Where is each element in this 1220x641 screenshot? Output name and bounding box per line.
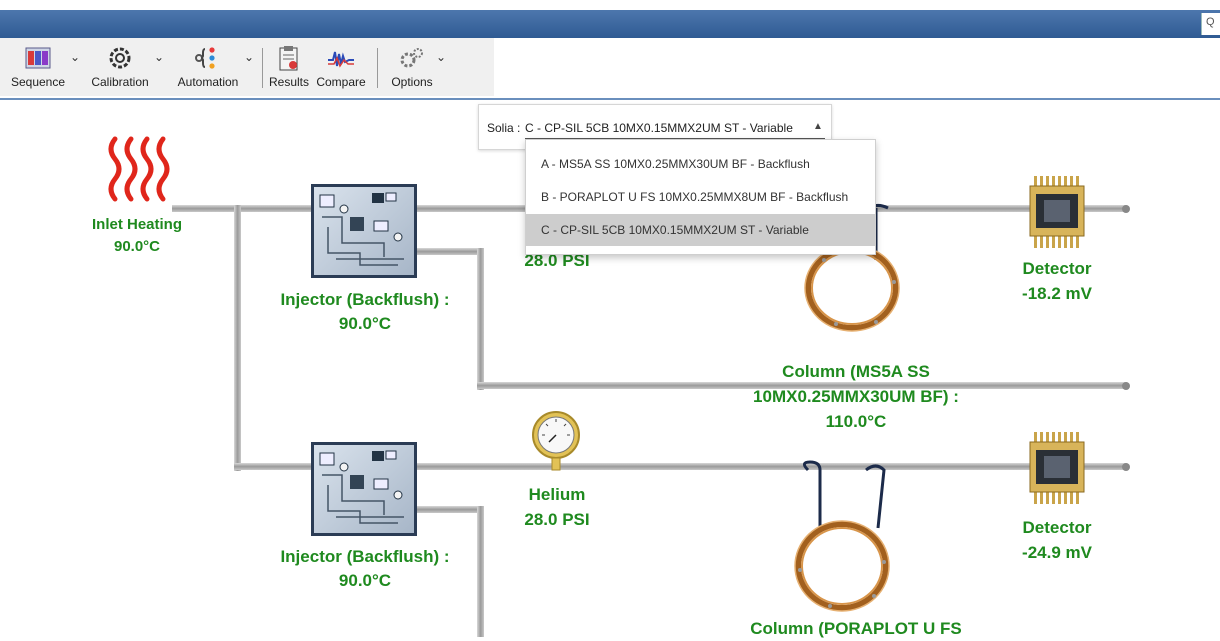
injector-1[interactable] — [311, 184, 417, 278]
detector-2-value: -24.9 mV — [1022, 543, 1092, 562]
injector-panel — [314, 445, 414, 533]
chevron-down-icon[interactable]: ⌄ — [154, 50, 164, 64]
toolbar-separator — [377, 48, 378, 88]
dropdown-option-b[interactable]: B - PORAPLOT U FS 10MX0.25MMX8UM BF - Ba… — [526, 181, 875, 213]
pressure-gauge-icon[interactable] — [530, 410, 582, 472]
detector-1-chip-icon[interactable] — [1028, 176, 1086, 248]
column-1-line2: 10MX0.25MMX30UM BF) : — [753, 387, 959, 406]
calibration-label: Calibration — [91, 75, 149, 89]
pipe-end — [1122, 382, 1130, 390]
pressure-2-value: 28.0 PSI — [524, 510, 590, 529]
toolbar: ⌄ Sequence ⌄ Calibration ⌄ Automation Re… — [0, 38, 1220, 100]
injector-1-value: 90.0°C — [338, 314, 392, 333]
gear-icon — [109, 47, 131, 69]
options-button[interactable]: ⌄ Options — [384, 40, 446, 94]
chevron-down-icon[interactable]: ⌄ — [436, 50, 446, 64]
toolbar-panel: ⌄ Sequence ⌄ Calibration ⌄ Automation Re… — [0, 38, 494, 96]
circuit-icon — [319, 192, 404, 266]
detector-1-value: -18.2 mV — [1022, 284, 1092, 303]
injector-panel — [314, 187, 414, 275]
pipe-backflush-1-vertical — [477, 248, 484, 390]
sequence-label: Sequence — [10, 75, 66, 89]
results-label: Results — [268, 75, 309, 89]
pipe-vertical-left — [234, 205, 241, 471]
waveform-icon — [328, 51, 354, 68]
caret-up-icon[interactable]: ▲ — [813, 121, 823, 132]
inlet-heating-value: 90.0°C — [113, 238, 161, 255]
channel-dropdown-list: A - MS5A SS 10MX0.25MMX30UM BF - Backflu… — [525, 139, 876, 255]
pipe-backflush-2 — [415, 506, 483, 513]
inlet-heating-label: Inlet Heating — [91, 216, 182, 233]
search-icon: Q — [1206, 16, 1215, 28]
clipboard-icon — [279, 46, 298, 71]
search-box[interactable]: Q — [1201, 13, 1220, 35]
column-1-line3: 110.0°C — [825, 412, 887, 431]
automation-icon — [195, 47, 215, 69]
injector-2-value: 90.0°C — [338, 571, 392, 590]
calibration-button[interactable]: ⌄ Calibration — [84, 40, 164, 94]
pipe-backflush-1 — [415, 248, 483, 255]
channel-selector-label: Solia : — [487, 121, 521, 135]
detector-2-chip-icon[interactable] — [1028, 432, 1086, 504]
dropdown-option-c[interactable]: C - CP-SIL 5CB 10MX0.15MMX2UM ST - Varia… — [526, 214, 875, 246]
column-2-coil-icon[interactable] — [786, 458, 902, 616]
dropdown-option-a[interactable]: A - MS5A SS 10MX0.25MMX30UM BF - Backflu… — [526, 148, 875, 180]
results-button[interactable]: Results — [266, 40, 312, 94]
detector-2-label: Detector — [1022, 518, 1092, 537]
toolbar-separator — [262, 48, 263, 88]
injector-1-label: Injector (Backflush) : — [280, 290, 450, 309]
injector-2-label: Injector (Backflush) : — [280, 547, 450, 566]
automation-label: Automation — [177, 75, 239, 89]
circuit-icon — [319, 450, 404, 524]
sequence-icon — [25, 47, 51, 69]
pipe-backflush-2-vertical — [477, 506, 484, 637]
pipe-end — [1122, 463, 1130, 471]
injector-2[interactable] — [311, 442, 417, 536]
pipe-end — [1122, 205, 1130, 213]
title-bar — [0, 10, 1220, 38]
compare-label: Compare — [316, 75, 366, 89]
column-2-line1: Column (PORAPLOT U FS — [750, 619, 962, 638]
sequence-button[interactable]: ⌄ Sequence — [4, 40, 80, 94]
column-1-line1: Column (MS5A SS — [782, 362, 930, 381]
gears-icon — [400, 48, 423, 68]
heating-icon — [108, 136, 170, 202]
detector-1-label: Detector — [1022, 259, 1092, 278]
automation-button[interactable]: ⌄ Automation — [168, 40, 254, 94]
compare-button[interactable]: Compare — [312, 40, 370, 94]
chevron-down-icon[interactable]: ⌄ — [70, 50, 80, 64]
options-label: Options — [391, 75, 433, 89]
channel-selector-value[interactable]: C - CP-SIL 5CB 10MX0.15MMX2UM ST - Varia… — [525, 121, 793, 135]
chevron-down-icon[interactable]: ⌄ — [244, 50, 254, 64]
pressure-2-label: Helium — [528, 485, 586, 504]
